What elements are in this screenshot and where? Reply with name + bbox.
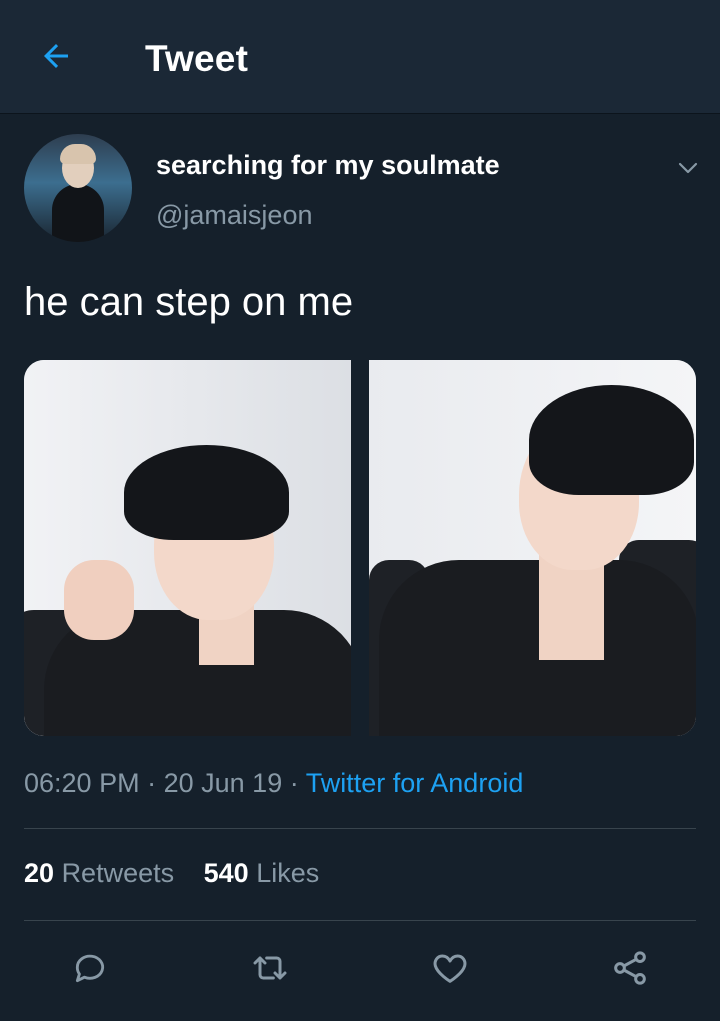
- divider: [24, 920, 696, 921]
- likes-label: Likes: [256, 858, 320, 888]
- retweet-icon: [253, 956, 287, 980]
- retweets-label: Retweets: [61, 858, 175, 888]
- tweet-meta: 06:20 PM · 20 Jun 19 · Twitter for Andro…: [24, 768, 523, 799]
- divider: [24, 828, 696, 829]
- page-title: Tweet: [145, 38, 249, 79]
- retweets-stat[interactable]: 20 Retweets: [24, 858, 182, 888]
- reply-button[interactable]: [62, 940, 118, 996]
- tweet-photo-1[interactable]: [24, 360, 351, 736]
- display-name[interactable]: searching for my soulmate: [156, 150, 500, 181]
- retweets-count: 20: [24, 858, 55, 888]
- likes-count: 540: [203, 858, 249, 888]
- tweet-date: 20 Jun 19: [163, 768, 283, 798]
- tweet-text: he can step on me: [24, 280, 354, 324]
- retweet-button[interactable]: [242, 940, 298, 996]
- like-button[interactable]: [422, 940, 478, 996]
- meta-separator: ·: [147, 768, 157, 798]
- avatar[interactable]: [24, 134, 132, 242]
- tweet-menu-button[interactable]: [674, 154, 702, 182]
- tweet-source-link[interactable]: Twitter for Android: [306, 768, 524, 798]
- tweet-author-row: searching for my soulmate @jamaisjeon: [24, 134, 704, 244]
- likes-stat[interactable]: 540 Likes: [204, 858, 320, 888]
- share-icon: [614, 951, 646, 985]
- user-handle[interactable]: @jamaisjeon: [156, 200, 312, 231]
- tweet-stats: 20 Retweets 540 Likes: [24, 858, 341, 889]
- top-app-bar: Tweet: [0, 0, 720, 114]
- reply-icon: [75, 954, 105, 983]
- meta-separator: ·: [289, 768, 299, 798]
- tweet-actions: [0, 940, 720, 996]
- back-button[interactable]: [30, 30, 82, 82]
- tweet-media[interactable]: [24, 360, 696, 736]
- share-button[interactable]: [602, 940, 658, 996]
- like-icon: [433, 954, 467, 983]
- tweet-time: 06:20 PM: [24, 768, 140, 798]
- chevron-down-icon: [678, 162, 698, 174]
- arrow-left-icon: [44, 44, 68, 68]
- tweet-photo-2[interactable]: [369, 360, 696, 736]
